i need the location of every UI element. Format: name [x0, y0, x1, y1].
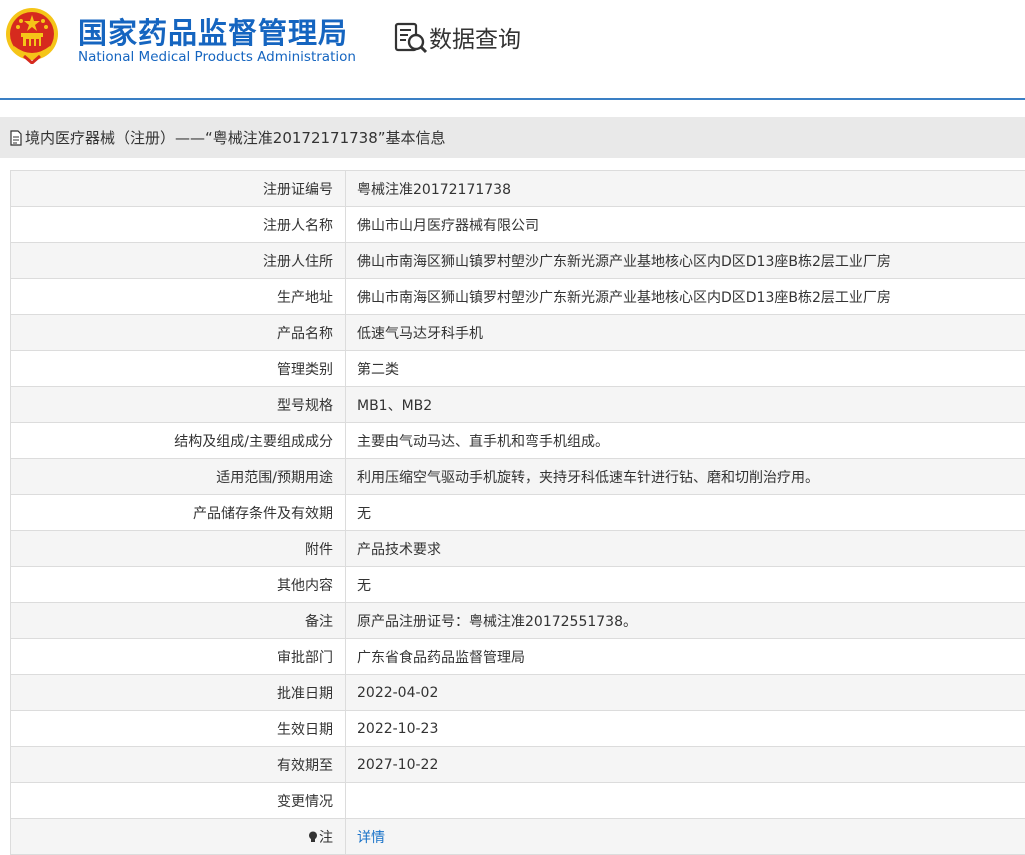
row-value: 低速气马达牙科手机	[346, 315, 1025, 351]
row-label: 型号规格	[11, 387, 346, 423]
table-row: 生效日期2022-10-23	[11, 711, 1025, 747]
table-row: 附件产品技术要求	[11, 531, 1025, 567]
row-label: 管理类别	[11, 351, 346, 387]
row-value: 2022-10-23	[346, 711, 1025, 747]
row-value: 产品技术要求	[346, 531, 1025, 567]
row-label: 有效期至	[11, 747, 346, 783]
row-value	[346, 783, 1025, 819]
table-row: 型号规格MB1、MB2	[11, 387, 1025, 423]
table-row: 批准日期2022-04-02	[11, 675, 1025, 711]
table-row: 产品名称低速气马达牙科手机	[11, 315, 1025, 351]
note-row: 注 详情	[11, 819, 1025, 855]
row-label: 批准日期	[11, 675, 346, 711]
row-value: 佛山市南海区狮山镇罗村塱沙广东新光源产业基地核心区内D区D13座B栋2层工业厂房	[346, 243, 1025, 279]
row-label: 产品储存条件及有效期	[11, 495, 346, 531]
row-label: 注册证编号	[11, 171, 346, 207]
device-info-table: 注册证编号粤械注准20172171738 注册人名称佛山市山月医疗器械有限公司 …	[10, 170, 1025, 855]
site-header: 国家药品监督管理局 National Medical Products Admi…	[0, 0, 1025, 98]
table-row: 结构及组成/主要组成成分主要由气动马达、直手机和弯手机组成。	[11, 423, 1025, 459]
row-value: 第二类	[346, 351, 1025, 387]
note-label: 注	[319, 830, 333, 846]
page-title-bar: 境内医疗器械（注册）——“粤械注准20172171738”基本信息	[0, 117, 1025, 158]
table-row: 注册证编号粤械注准20172171738	[11, 171, 1025, 207]
document-icon	[10, 130, 22, 146]
note-value-cell: 详情	[346, 819, 1025, 855]
row-value: 无	[346, 567, 1025, 603]
row-value: 主要由气动马达、直手机和弯手机组成。	[346, 423, 1025, 459]
row-value: 无	[346, 495, 1025, 531]
table-row: 其他内容无	[11, 567, 1025, 603]
row-label: 其他内容	[11, 567, 346, 603]
row-label: 注册人住所	[11, 243, 346, 279]
page-title: 境内医疗器械（注册）——“粤械注准20172171738”基本信息	[25, 127, 446, 148]
row-value: 粤械注准20172171738	[346, 171, 1025, 207]
row-value: 2022-04-02	[346, 675, 1025, 711]
row-value: 佛山市南海区狮山镇罗村塱沙广东新光源产业基地核心区内D区D13座B栋2层工业厂房	[346, 279, 1025, 315]
table-row: 备注原产品注册证号：粤械注准20172551738。	[11, 603, 1025, 639]
row-label: 附件	[11, 531, 346, 567]
national-emblem-icon[interactable]	[4, 6, 60, 64]
row-value: 佛山市山月医疗器械有限公司	[346, 207, 1025, 243]
row-value: 原产品注册证号：粤械注准20172551738。	[346, 603, 1025, 639]
row-label: 备注	[11, 603, 346, 639]
data-query-label: 数据查询	[429, 20, 521, 54]
lightbulb-icon	[308, 831, 318, 843]
table-row: 适用范围/预期用途利用压缩空气驱动手机旋转，夹持牙科低速车针进行钻、磨和切削治疗…	[11, 459, 1025, 495]
header-divider	[0, 98, 1025, 100]
row-label: 变更情况	[11, 783, 346, 819]
row-label: 结构及组成/主要组成成分	[11, 423, 346, 459]
table-row: 产品储存条件及有效期无	[11, 495, 1025, 531]
row-value: 广东省食品药品监督管理局	[346, 639, 1025, 675]
row-value: 2027-10-22	[346, 747, 1025, 783]
data-query-icon	[394, 20, 428, 54]
data-query-link[interactable]: 数据查询	[394, 20, 521, 54]
row-label: 生效日期	[11, 711, 346, 747]
row-label: 产品名称	[11, 315, 346, 351]
org-name-en[interactable]: National Medical Products Administration	[78, 49, 356, 65]
table-row: 注册人住所佛山市南海区狮山镇罗村塱沙广东新光源产业基地核心区内D区D13座B栋2…	[11, 243, 1025, 279]
row-value: MB1、MB2	[346, 387, 1025, 423]
org-name-cn[interactable]: 国家药品监督管理局	[78, 10, 348, 52]
row-label: 审批部门	[11, 639, 346, 675]
table-row: 注册人名称佛山市山月医疗器械有限公司	[11, 207, 1025, 243]
details-link[interactable]: 详情	[357, 830, 385, 846]
table-row: 管理类别第二类	[11, 351, 1025, 387]
table-row: 生产地址佛山市南海区狮山镇罗村塱沙广东新光源产业基地核心区内D区D13座B栋2层…	[11, 279, 1025, 315]
table-row: 变更情况	[11, 783, 1025, 819]
row-label: 注册人名称	[11, 207, 346, 243]
table-row: 审批部门广东省食品药品监督管理局	[11, 639, 1025, 675]
note-label-cell: 注	[11, 819, 346, 855]
table-row: 有效期至2027-10-22	[11, 747, 1025, 783]
row-value: 利用压缩空气驱动手机旋转，夹持牙科低速车针进行钻、磨和切削治疗用。	[346, 459, 1025, 495]
row-label: 生产地址	[11, 279, 346, 315]
row-label: 适用范围/预期用途	[11, 459, 346, 495]
